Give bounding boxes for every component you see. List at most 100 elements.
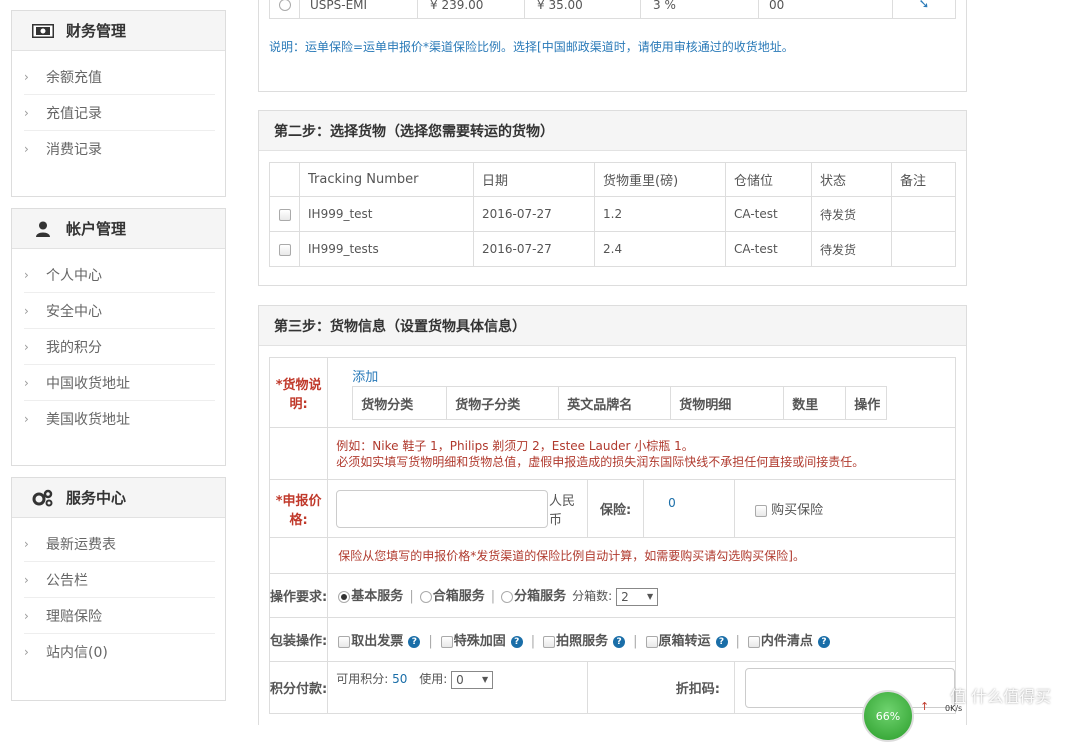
upload-arrow-icon: ↑ bbox=[920, 700, 930, 713]
price-label: *申报价格: bbox=[275, 493, 322, 528]
col-tracking: Tracking Number bbox=[299, 162, 474, 197]
sidebar-item-label: 充值记录 bbox=[46, 105, 102, 122]
sidebar-item-label: 余额充值 bbox=[46, 69, 102, 86]
goods-row-checkbox[interactable] bbox=[278, 243, 291, 256]
points-available-label: 可用积分: bbox=[336, 672, 389, 686]
pack-option-label: 取出发票 bbox=[351, 634, 404, 649]
goods-cell-tracking: IH999_test bbox=[299, 196, 474, 232]
sidebar-item-label: 我的积分 bbox=[46, 339, 102, 356]
step1-section: USPS-EMI ¥ 239.00 ¥ 35.00 3 % 00 ➘ 说明：运单… bbox=[258, 0, 967, 92]
gears-icon bbox=[32, 489, 54, 506]
help-icon[interactable]: ? bbox=[715, 635, 728, 648]
sidebar-item-account-3[interactable]: › 中国收货地址 bbox=[24, 365, 215, 401]
sidebar-item-label: 理赔保险 bbox=[46, 608, 102, 625]
goods-cell-date: 2016-07-27 bbox=[473, 196, 595, 232]
goods-cell-status: 待发货 bbox=[811, 196, 892, 232]
sidebar-item-service-0[interactable]: › 最新运费表 bbox=[24, 526, 215, 562]
sidebar-item-label: 个人中心 bbox=[46, 267, 102, 284]
speed-widget[interactable]: 66% bbox=[862, 690, 914, 742]
sidebar-item-finance-0[interactable]: › 余额充值 bbox=[24, 59, 215, 95]
ops-radio-0[interactable] bbox=[338, 590, 351, 603]
channel-rate: 3 % bbox=[640, 0, 759, 19]
split-count-select[interactable]: 2 ▼ bbox=[616, 587, 659, 606]
goods-row[interactable]: IH999_tests 2016-07-27 2.4 CA-test 待发货 bbox=[269, 231, 956, 267]
pack-checkbox-1[interactable] bbox=[440, 635, 453, 648]
sidebar-item-account-4[interactable]: › 美国收货地址 bbox=[24, 401, 215, 437]
desc-col-5: 操作 bbox=[845, 386, 888, 420]
pack-checkbox-2[interactable] bbox=[543, 635, 556, 648]
points-use-select[interactable]: 0 ▼ bbox=[451, 670, 494, 689]
desc-col-1: 货物子分类 bbox=[446, 386, 560, 420]
channel-name: USPS-EMI bbox=[299, 0, 418, 19]
chevron-right-icon: › bbox=[24, 412, 29, 426]
sidebar-account-panel: 帐户管理 › 个人中心 › 安全中心 › 我的积分 › 中国收货地址 › 美国收货地址 bbox=[11, 208, 226, 466]
desc-header-row: 货物分类 货物子分类 英文品牌名 货物明细 数里 操作 bbox=[352, 386, 888, 420]
buy-insurance-checkbox[interactable] bbox=[755, 504, 767, 517]
channel-info-icon[interactable]: ➘ bbox=[919, 0, 930, 12]
help-icon[interactable]: ? bbox=[817, 635, 830, 648]
separator: | bbox=[530, 634, 536, 649]
sidebar-item-finance-1[interactable]: › 充值记录 bbox=[24, 95, 215, 131]
sidebar-item-account-0[interactable]: › 个人中心 bbox=[24, 257, 215, 293]
pack-option-label: 特殊加固 bbox=[453, 634, 506, 649]
separator: | bbox=[735, 634, 740, 649]
separator: | bbox=[490, 589, 496, 605]
sidebar-service-list: › 最新运费表 › 公告栏 › 理赔保险 › 站内信(0) bbox=[12, 518, 225, 680]
goods-cell-location: CA-test bbox=[725, 196, 812, 232]
insurance-note: 说明：运单保险=运单申报价*渠道保险比例。选择[中国邮政渠道时，请使用审核通过的… bbox=[269, 40, 794, 54]
pack-label: 包装操作: bbox=[270, 634, 328, 649]
channel-price: ¥ 239.00 bbox=[417, 0, 525, 19]
channel-row: USPS-EMI ¥ 239.00 ¥ 35.00 3 % 00 ➘ bbox=[269, 0, 956, 19]
ops-option-label: 合箱服务 bbox=[432, 589, 485, 605]
goods-table: Tracking Number 日期 货物重里(磅) 仓储位 状态 备注 IH9… bbox=[269, 162, 956, 267]
sidebar-item-service-1[interactable]: › 公告栏 bbox=[24, 562, 215, 598]
goods-cell-date: 2016-07-27 bbox=[473, 231, 595, 267]
chevron-right-icon: › bbox=[24, 69, 29, 84]
sidebar-finance-panel: 财务管理 › 余额充值 › 充值记录 › 消费记录 bbox=[11, 10, 226, 197]
goods-header-row: Tracking Number 日期 货物重里(磅) 仓储位 状态 备注 bbox=[269, 162, 956, 197]
pack-checkbox-0[interactable] bbox=[338, 635, 351, 648]
pack-option-label: 内件清点 bbox=[760, 634, 813, 649]
sidebar-item-label: 消费记录 bbox=[46, 142, 102, 158]
help-icon[interactable]: ? bbox=[510, 635, 523, 648]
pack-option-label: 原箱转运 bbox=[658, 634, 711, 649]
example-line1: 例如：Nike 鞋子 1，Philips 剃须刀 2，Estee Lauder … bbox=[336, 438, 694, 453]
channel-radio[interactable] bbox=[278, 0, 291, 11]
sidebar-item-service-2[interactable]: › 理赔保险 bbox=[24, 598, 215, 634]
step2-section: 第二步：选择货物（选择您需要转运的货物） Tracking Number 日期 … bbox=[258, 110, 967, 286]
ops-radio-1[interactable] bbox=[419, 590, 432, 603]
pack-checkbox-4[interactable] bbox=[747, 635, 760, 648]
channel-table: USPS-EMI ¥ 239.00 ¥ 35.00 3 % 00 ➘ bbox=[269, 0, 956, 19]
sidebar-item-label: 站内信(0) bbox=[46, 645, 108, 661]
pack-checkbox-3[interactable] bbox=[645, 635, 658, 648]
sidebar-item-service-3[interactable]: › 站内信(0) bbox=[24, 634, 215, 670]
col-weight: 货物重里(磅) bbox=[594, 162, 726, 197]
desc-col-0: 货物分类 bbox=[352, 386, 448, 420]
chevron-right-icon: › bbox=[24, 375, 29, 390]
col-remark: 备注 bbox=[891, 162, 956, 197]
example-line2: 必须如实填写货物明细和货物总值，虚假申报造成的损失润东国际快线不承担任何直接或间… bbox=[336, 454, 865, 469]
points-row: 积分付款: 可用积分: 50 使用: 0 ▼ 折扣码: bbox=[268, 661, 956, 714]
goods-row[interactable]: IH999_test 2016-07-27 1.2 CA-test 待发货 bbox=[269, 196, 956, 232]
ops-radio-2[interactable] bbox=[501, 590, 514, 603]
sidebar-item-finance-2[interactable]: › 消费记录 bbox=[24, 131, 215, 167]
sidebar-item-account-2[interactable]: › 我的积分 bbox=[24, 329, 215, 365]
sidebar-item-account-1[interactable]: › 安全中心 bbox=[24, 293, 215, 329]
price-row: *申报价格: 人民币 保险: 0 购买保险 bbox=[268, 479, 956, 538]
separator: | bbox=[633, 634, 638, 649]
goods-row-checkbox[interactable] bbox=[278, 208, 291, 221]
price-input[interactable] bbox=[336, 489, 548, 528]
col-status: 状态 bbox=[811, 162, 892, 197]
help-icon[interactable]: ? bbox=[613, 635, 626, 648]
add-link[interactable]: 添加 bbox=[352, 366, 955, 385]
sidebar-service-header: 服务中心 bbox=[12, 478, 225, 518]
insurance-label: 保险: bbox=[599, 503, 632, 518]
desc-table: 货物分类 货物子分类 英文品牌名 货物明细 数里 操作 bbox=[352, 386, 888, 420]
ops-option-label: 基本服务 bbox=[351, 589, 404, 605]
example-row: 例如：Nike 鞋子 1，Philips 剃须刀 2，Estee Lauder … bbox=[268, 427, 956, 480]
help-icon[interactable]: ? bbox=[408, 635, 421, 648]
sidebar-item-label: 美国收货地址 bbox=[46, 412, 130, 428]
progress-text: 66% bbox=[875, 710, 901, 723]
sidebar-item-label: 安全中心 bbox=[46, 303, 102, 320]
watermark: 值 什么值得买 bbox=[950, 687, 1052, 706]
